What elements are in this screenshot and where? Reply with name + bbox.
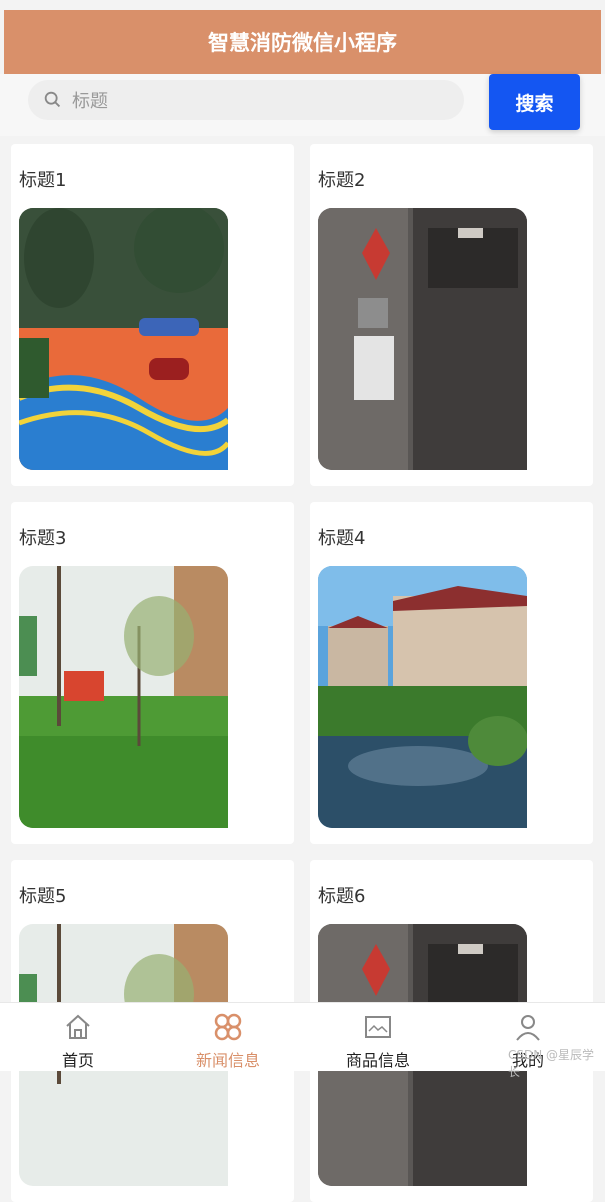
news-card[interactable]: 标题2 xyxy=(310,144,593,486)
home-icon xyxy=(66,1014,90,1039)
card-image[interactable] xyxy=(318,566,527,828)
card-title: 标题2 xyxy=(318,170,366,191)
watermark: CSDN @星辰学长 xyxy=(508,1048,595,1079)
news-card[interactable]: 标题1 xyxy=(11,144,294,486)
tab-label: 首页 xyxy=(61,1051,94,1070)
news-card[interactable]: 标题3 xyxy=(11,502,294,844)
tab-label: 新闻信息 xyxy=(195,1051,260,1070)
image-icon xyxy=(365,1016,391,1038)
card-title: 标题4 xyxy=(318,528,366,549)
card-image[interactable] xyxy=(19,566,228,828)
card-image[interactable] xyxy=(318,208,527,470)
person-icon xyxy=(516,1015,540,1041)
tab-label: 商品信息 xyxy=(345,1051,410,1070)
news-grid: 标题1 标题2 标题3 标题4 标题5 标题6 xyxy=(0,0,605,1202)
card-image[interactable] xyxy=(19,208,228,470)
card-title: 标题6 xyxy=(318,886,366,907)
tab-products[interactable]: 商品信息 xyxy=(318,1003,438,1071)
news-card[interactable]: 标题4 xyxy=(310,502,593,844)
tab-home[interactable]: 首页 xyxy=(18,1003,138,1071)
clover-icon xyxy=(214,1013,242,1041)
card-title: 标题1 xyxy=(19,170,67,191)
tab-news[interactable]: 新闻信息 xyxy=(168,1003,288,1071)
card-title: 标题3 xyxy=(19,528,67,549)
card-title: 标题5 xyxy=(19,886,67,907)
